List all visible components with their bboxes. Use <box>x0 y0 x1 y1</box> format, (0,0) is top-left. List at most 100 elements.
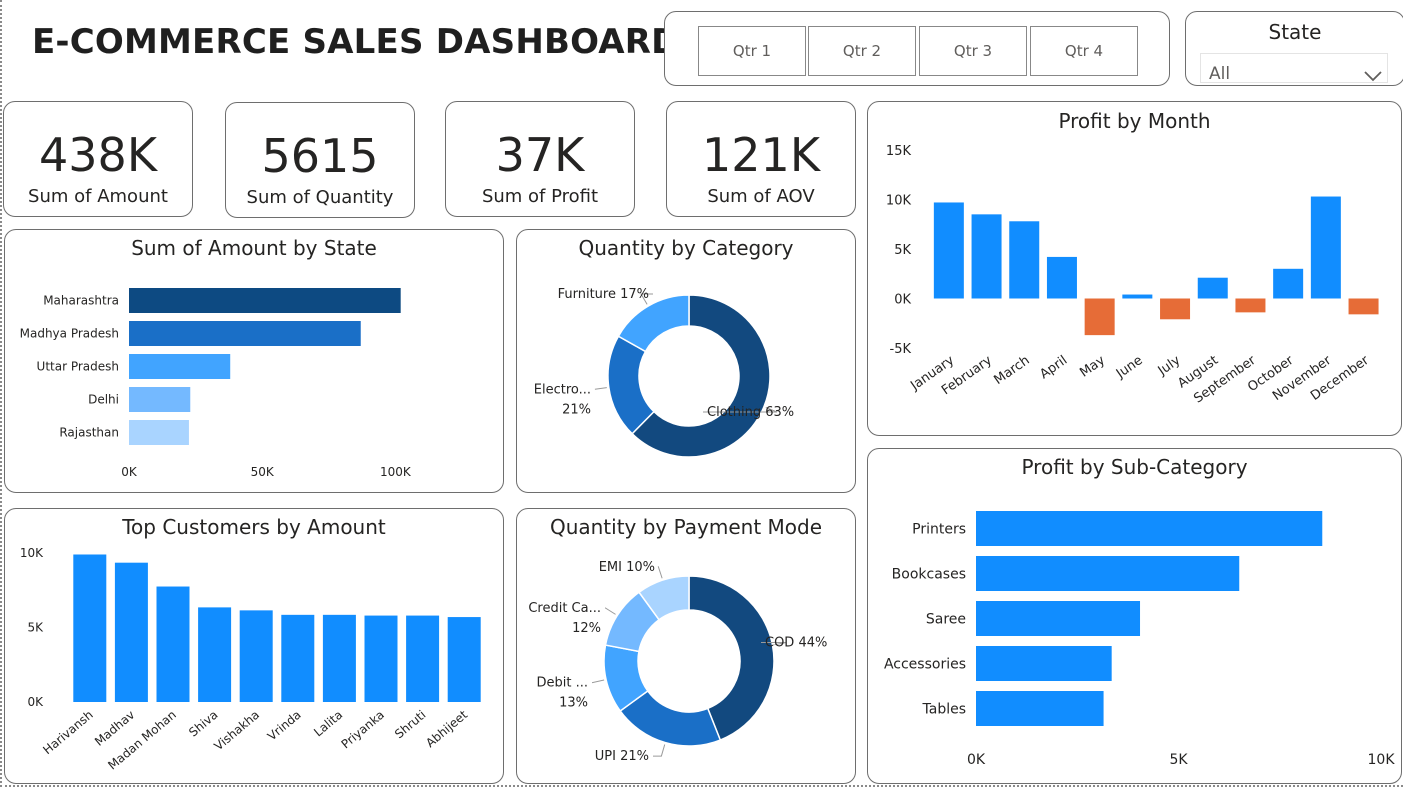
kpi-label: Sum of AOV <box>707 186 815 207</box>
tick-label: 5K <box>894 243 911 258</box>
quantity-by-category-chart: Clothing 63% Electro... 21% Furniture 17% <box>534 287 794 458</box>
bar <box>1348 298 1379 315</box>
bar <box>1235 298 1266 313</box>
tick-label: 0K <box>27 695 44 709</box>
tick-label: -5K <box>890 342 912 357</box>
bar <box>933 202 964 299</box>
tick-label: 0K <box>967 752 986 768</box>
category-label: Tables <box>922 702 967 718</box>
category-label: Shruti <box>392 708 428 742</box>
bar <box>114 562 148 702</box>
bar <box>364 615 398 702</box>
dashboard-title: E-COMMERCE SALES DASHBOARD <box>32 22 680 62</box>
bar <box>129 354 231 379</box>
slice-label: UPI 21% <box>595 749 649 764</box>
bar <box>976 511 1323 546</box>
bar <box>406 615 440 702</box>
bar <box>129 387 191 412</box>
bar <box>976 646 1112 681</box>
amount-by-state-card: Sum of Amount by State Maharashtra Madhya… <box>4 229 504 493</box>
quantity-by-payment-chart: COD 44% UPI 21% Debit ... 13% Credit Ca... 12… <box>528 560 827 764</box>
category-label: Rajasthan <box>59 426 119 440</box>
category-label: Priyanka <box>339 708 387 752</box>
bar <box>1273 268 1304 299</box>
slice-label: Electro... <box>534 382 591 397</box>
qtr-1-button[interactable]: Qtr 1 <box>698 26 806 76</box>
kpi-sum-of-amount: 438K Sum of Amount <box>3 101 193 217</box>
category-label: Maharashtra <box>43 294 119 308</box>
bar <box>1009 221 1040 299</box>
category-label: Uttar Pradesh <box>37 360 119 374</box>
bar <box>198 607 232 702</box>
category-label: Lalita <box>311 708 345 740</box>
category-label: Bookcases <box>892 567 966 583</box>
category-label: Vrinda <box>265 708 304 744</box>
kpi-sum-of-quantity: 5615 Sum of Quantity <box>225 102 415 218</box>
tick-label: 15K <box>886 144 912 159</box>
slice-label: COD 44% <box>765 635 827 650</box>
bar <box>239 610 273 702</box>
bar <box>281 614 315 702</box>
bar <box>1046 256 1077 299</box>
tick-label: 10K <box>20 546 44 560</box>
slice-label: Clothing 63% <box>707 405 794 420</box>
category-label: Madhya Pradesh <box>20 327 119 341</box>
tick-label: 10K <box>1368 752 1396 768</box>
tick-label: 5K <box>27 621 44 635</box>
tick-label: 50K <box>251 465 275 479</box>
category-label: Harivansh <box>40 708 95 758</box>
category-label: Abhijeet <box>423 707 470 750</box>
kpi-sum-of-aov: 121K Sum of AOV <box>666 101 856 217</box>
qtr-3-button[interactable]: Qtr 3 <box>919 26 1027 76</box>
kpi-label: Sum of Profit <box>481 186 599 207</box>
category-label: Saree <box>926 612 966 628</box>
kpi-value: 438K <box>39 128 157 182</box>
bar <box>976 691 1104 726</box>
category-label: March <box>991 353 1032 388</box>
bar <box>447 617 481 702</box>
qtr-2-button[interactable]: Qtr 2 <box>808 26 916 76</box>
kpi-value: 121K <box>702 128 820 182</box>
state-dropdown[interactable]: All <box>1200 53 1388 84</box>
slice-label-percent: 21% <box>562 402 591 417</box>
category-label: June <box>1113 353 1146 382</box>
bar <box>976 556 1240 591</box>
qtr-4-button[interactable]: Qtr 4 <box>1030 26 1138 76</box>
quantity-by-payment-card: Quantity by Payment Mode COD 44% UPI 21% D… <box>516 508 856 784</box>
state-slicer: State All <box>1185 11 1403 86</box>
bar <box>1160 298 1191 320</box>
bar <box>1310 196 1341 299</box>
kpi-label: Sum of Amount <box>28 186 168 207</box>
tick-label: 5K <box>1169 752 1188 768</box>
bar <box>129 321 361 346</box>
slice-label: EMI 10% <box>599 560 655 575</box>
profit-by-month-chart: -5K0K5K10K15KJanuaryFebruaryMarch April Ma… <box>886 144 1379 406</box>
bar <box>1197 277 1228 299</box>
slice-label: Furniture 17% <box>558 287 649 302</box>
top-customers-chart: 0K5K10KHarivanshMadhavMadan Mohan ShivaVi… <box>20 546 481 773</box>
category-label: April <box>1037 353 1070 382</box>
category-label: Shiva <box>186 708 220 740</box>
leader-line <box>594 387 607 390</box>
slice <box>617 294 690 353</box>
slice <box>607 335 655 435</box>
slice-label-percent: 12% <box>572 621 601 636</box>
bar <box>322 614 356 702</box>
category-label: Accessories <box>884 657 966 673</box>
chevron-down-icon <box>1364 71 1382 82</box>
category-label: Delhi <box>88 393 119 407</box>
kpi-value: 5615 <box>261 129 379 183</box>
quantity-by-category-card: Quantity by Category Clothing 63% Electro… <box>516 229 856 493</box>
category-label: May <box>1077 353 1108 381</box>
top-customers-card: Top Customers by Amount 0K 5K 10K Harivansh… <box>4 508 504 784</box>
slice-label: Credit Ca... <box>528 601 601 616</box>
bar <box>1122 294 1153 299</box>
tick-label: 0K <box>121 465 138 479</box>
profit-by-subcategory-card: Profit by Sub-Category Printers Bookcases… <box>867 448 1402 784</box>
leader-line <box>605 607 616 615</box>
leader-line <box>657 566 663 579</box>
profit-by-month-card: Profit by Month -5K 0K 5K 10K 15K January Febr… <box>867 101 1402 436</box>
bar <box>129 420 189 445</box>
slice-label: Debit ... <box>537 676 589 691</box>
tick-label: 10K <box>886 194 912 209</box>
